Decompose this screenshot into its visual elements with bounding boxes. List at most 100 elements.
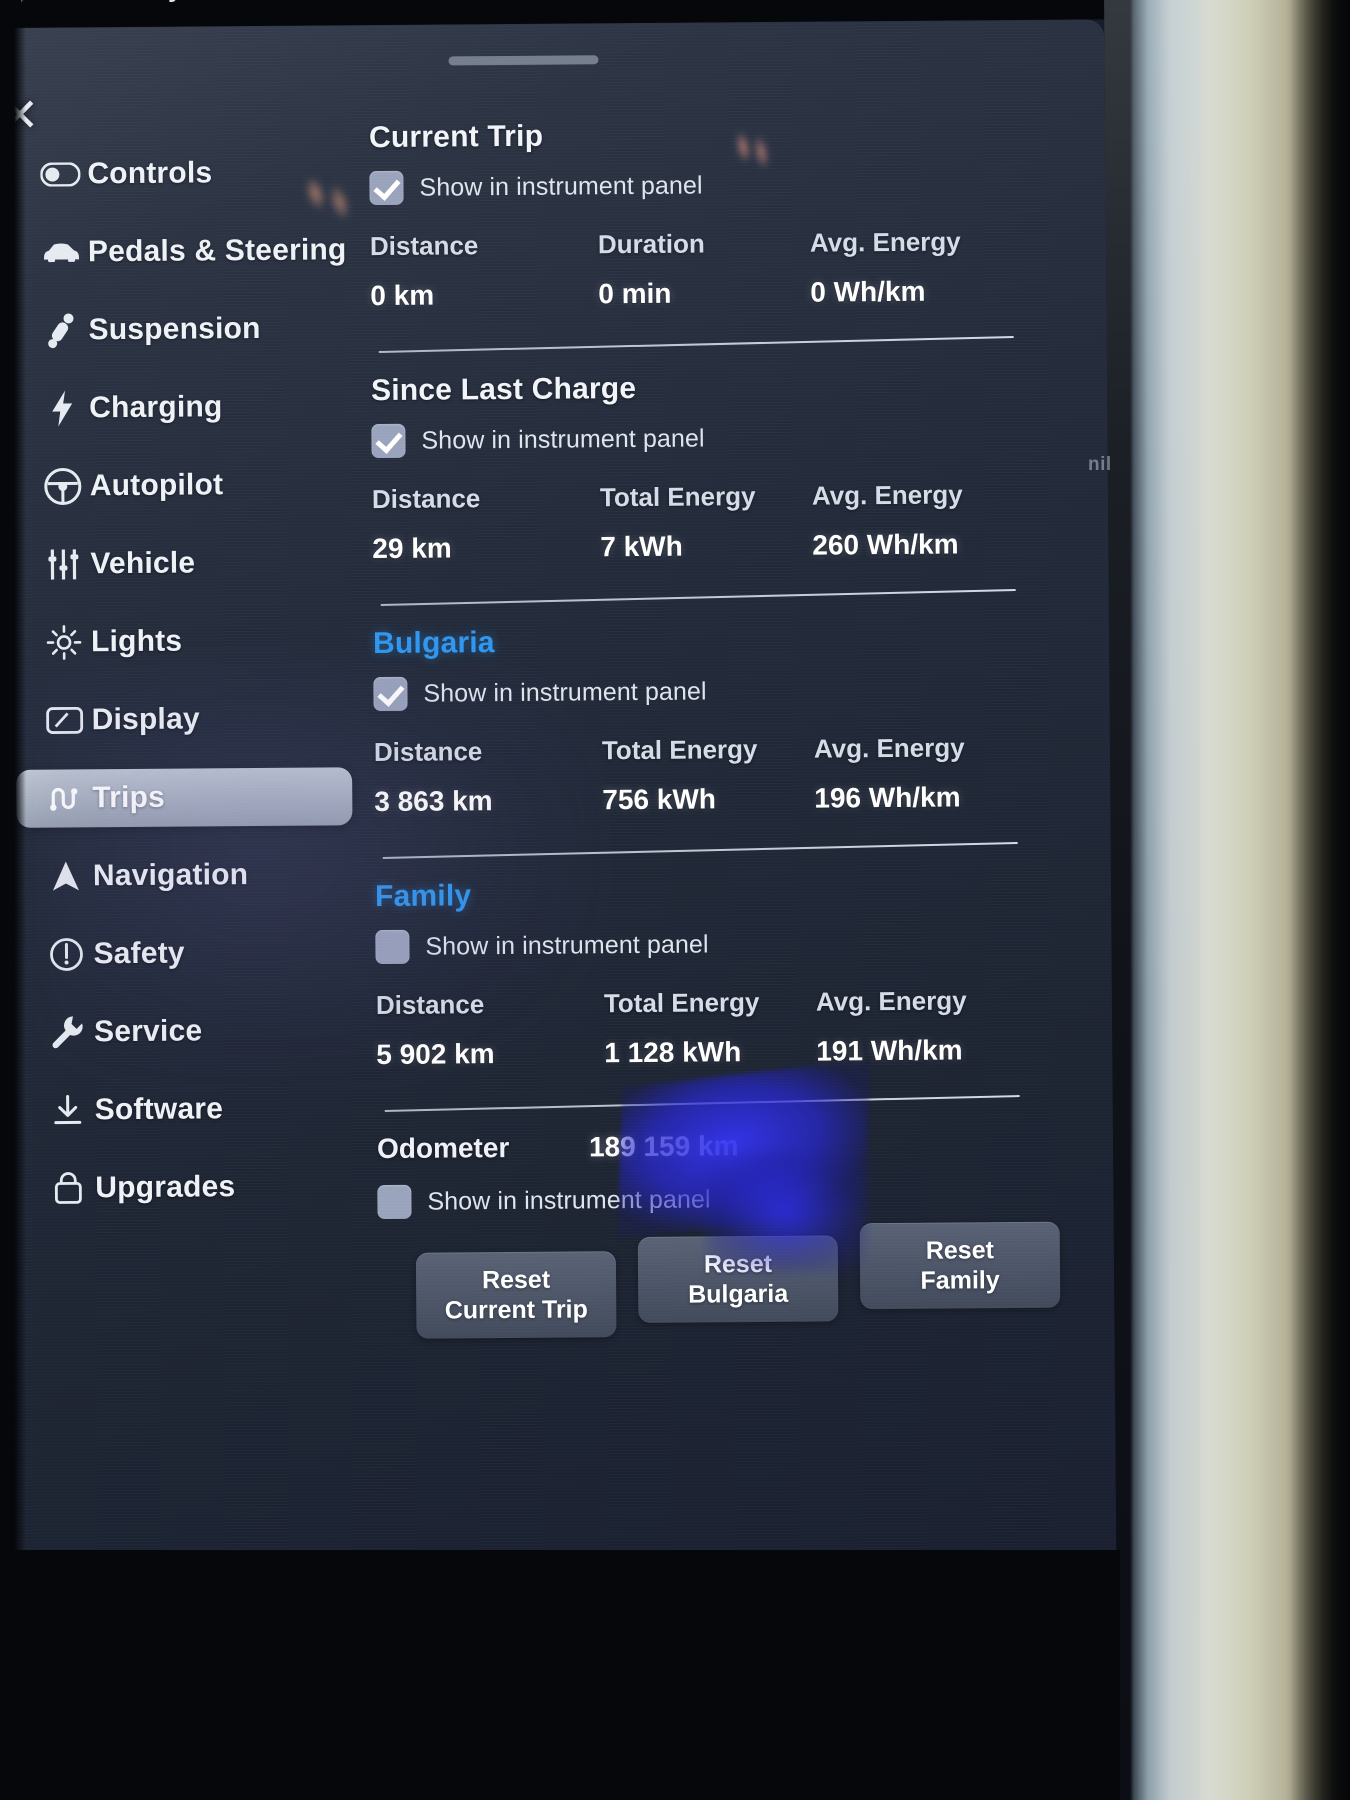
toggle-icon bbox=[33, 162, 87, 187]
sidebar-item-vehicle[interactable]: Vehicle bbox=[14, 533, 354, 594]
settings-sidebar: Controls Pedals & Steering Suspension Ch… bbox=[11, 143, 360, 1238]
show-in-instrument-panel-row[interactable]: Show in instrument panel bbox=[369, 166, 1069, 206]
sidebar-item-software[interactable]: Software bbox=[18, 1079, 358, 1140]
checkbox-label: Show in instrument panel bbox=[419, 170, 703, 202]
shock-absorber-icon bbox=[34, 311, 88, 349]
section-divider bbox=[380, 589, 1016, 606]
stat-avg-energy: Avg. Energy 191 Wh/km bbox=[816, 985, 1017, 1068]
reset-current-trip-button[interactable]: Reset Current Trip bbox=[415, 1251, 617, 1339]
stat-total-energy: Total Energy 1 128 kWh bbox=[604, 987, 817, 1070]
sidebar-item-upgrades[interactable]: Upgrades bbox=[19, 1157, 359, 1218]
checkbox-show-in-instrument-panel[interactable] bbox=[369, 170, 404, 206]
stat-value: 29 km bbox=[372, 532, 452, 565]
checkbox-show-in-instrument-panel[interactable] bbox=[373, 676, 408, 712]
display-icon bbox=[38, 705, 92, 735]
sidebar-item-safety[interactable]: Safety bbox=[17, 923, 357, 984]
trip-section-current-trip: Current Trip Show in instrument panel Di… bbox=[369, 116, 1071, 353]
checkbox-label: Show in instrument panel bbox=[423, 676, 707, 708]
stat-distance: Distance 29 km bbox=[372, 482, 601, 565]
sidebar-item-label: Pedals & Steering bbox=[87, 233, 347, 269]
stats-row: Distance 0 km Duration 0 min Avg. Energy… bbox=[370, 226, 1011, 312]
battery-percent-label: 10 bbox=[58, 0, 87, 5]
sidebar-item-trips[interactable]: Trips bbox=[16, 767, 353, 828]
odometer-value: 189 159 km bbox=[588, 1130, 739, 1163]
stat-label: Avg. Energy bbox=[813, 732, 965, 764]
stat-label: Avg. Energy bbox=[811, 479, 963, 511]
car-touchscreen: 10 myah 13:33 bbox=[0, 0, 1117, 1560]
car-icon bbox=[34, 241, 88, 263]
reset-family-button[interactable]: Reset Family bbox=[859, 1221, 1061, 1310]
right-bezel-shadow bbox=[1290, 0, 1350, 1800]
stat-label: Avg. Energy bbox=[809, 226, 961, 258]
odometer-label: Odometer bbox=[376, 1132, 510, 1165]
sidebar-item-label: Vehicle bbox=[90, 546, 196, 581]
button-line1: Reset bbox=[925, 1236, 994, 1265]
stat-label: Duration bbox=[597, 228, 705, 260]
sidebar-item-pedals-steering[interactable]: Pedals & Steering bbox=[12, 221, 352, 282]
stat-value: 0 min bbox=[598, 277, 672, 310]
show-in-instrument-panel-row[interactable]: Show in instrument panel bbox=[373, 672, 1073, 712]
sidebar-item-navigation[interactable]: Navigation bbox=[17, 845, 357, 906]
section-title: Family bbox=[374, 879, 472, 914]
stats-row: Distance 5 902 km Total Energy 1 128 kWh… bbox=[376, 985, 1017, 1071]
driver-profile[interactable]: myah bbox=[113, 0, 213, 4]
screen-bottom-bezel bbox=[0, 1550, 1120, 1800]
sidebar-item-label: Safety bbox=[93, 936, 185, 971]
edge-bleed-text: nil bbox=[1088, 454, 1112, 475]
sidebar-item-label: Controls bbox=[87, 156, 213, 191]
stat-value: 3 863 km bbox=[374, 785, 493, 818]
sidebar-item-label: Software bbox=[94, 1092, 224, 1127]
checkbox-label: Show in instrument panel bbox=[427, 1184, 711, 1216]
reset-buttons-row: Reset Current Trip Reset Bulgaria Reset Fam… bbox=[415, 1221, 1079, 1339]
button-line1: Reset bbox=[703, 1249, 773, 1279]
show-in-instrument-panel-row[interactable]: Show in instrument panel bbox=[371, 419, 1071, 459]
sidebar-item-autopilot[interactable]: Autopilot bbox=[14, 455, 354, 516]
sidebar-item-suspension[interactable]: Suspension bbox=[12, 299, 352, 360]
stat-avg-energy: Avg. Energy 196 Wh/km bbox=[814, 732, 1015, 815]
stat-total-energy: Total Energy 756 kWh bbox=[602, 734, 815, 817]
sidebar-item-label: Trips bbox=[92, 780, 166, 815]
sidebar-item-display[interactable]: Display bbox=[15, 689, 355, 750]
battery-percent-indicator: 10 bbox=[58, 0, 87, 5]
section-title: Bulgaria bbox=[372, 626, 495, 661]
checkbox-label: Show in instrument panel bbox=[421, 423, 705, 455]
sheet-drag-handle[interactable] bbox=[448, 55, 599, 66]
show-in-instrument-panel-row[interactable]: Show in instrument panel bbox=[375, 925, 1075, 965]
reset-bulgaria-button[interactable]: Reset Bulgaria bbox=[637, 1235, 839, 1323]
section-divider bbox=[382, 842, 1018, 859]
bolt-icon bbox=[35, 390, 89, 427]
checkbox-show-in-instrument-panel[interactable] bbox=[371, 423, 406, 459]
checkbox-show-in-instrument-panel[interactable] bbox=[375, 929, 410, 965]
odometer-section: Odometer 189 159 km Show in instrument p… bbox=[377, 1128, 1078, 1220]
stat-label: Total Energy bbox=[599, 481, 756, 513]
stat-value: 260 Wh/km bbox=[812, 528, 959, 561]
trip-section-since-last-charge: Since Last Charge Show in instrument pan… bbox=[371, 369, 1073, 606]
stat-label: Distance bbox=[371, 483, 481, 515]
steering-wheel-icon bbox=[36, 467, 90, 505]
trips-route-icon bbox=[38, 784, 92, 812]
stats-row: Distance 3 863 km Total Energy 756 kWh A… bbox=[374, 732, 1015, 818]
stat-value: 0 Wh/km bbox=[810, 275, 926, 308]
sidebar-item-charging[interactable]: Charging bbox=[13, 377, 353, 438]
checkbox-show-in-instrument-panel[interactable] bbox=[377, 1184, 412, 1220]
stats-row: Distance 29 km Total Energy 7 kWh Avg. E… bbox=[372, 479, 1013, 565]
stat-value: 196 Wh/km bbox=[814, 781, 961, 814]
sidebar-item-label: Autopilot bbox=[89, 468, 224, 503]
download-icon bbox=[41, 1093, 95, 1127]
odometer-show-in-instrument-panel-row[interactable]: Show in instrument panel bbox=[377, 1180, 1077, 1220]
sidebar-item-service[interactable]: Service bbox=[18, 1001, 358, 1062]
odometer-row: Odometer 189 159 km bbox=[377, 1128, 1077, 1165]
stat-label: Distance bbox=[373, 736, 483, 768]
sidebar-item-lights[interactable]: Lights bbox=[15, 611, 355, 672]
stat-avg-energy: Avg. Energy 0 Wh/km bbox=[810, 226, 1011, 309]
sidebar-item-label: Service bbox=[93, 1014, 203, 1049]
section-divider bbox=[384, 1095, 1020, 1112]
settings-sheet: ✕ Controls Pedals & Steering bbox=[0, 19, 1117, 1560]
stat-total-energy: Total Energy 7 kWh bbox=[600, 481, 813, 564]
button-line2: Bulgaria bbox=[688, 1279, 789, 1309]
trip-section-family: Family Show in instrument panel Distance… bbox=[374, 875, 1077, 1112]
sidebar-item-label: Upgrades bbox=[95, 1170, 236, 1205]
sidebar-item-controls[interactable]: Controls bbox=[11, 143, 351, 204]
photo-frame: 10 myah 13:33 bbox=[0, 0, 1350, 1800]
stat-distance: Distance 0 km bbox=[370, 229, 599, 312]
